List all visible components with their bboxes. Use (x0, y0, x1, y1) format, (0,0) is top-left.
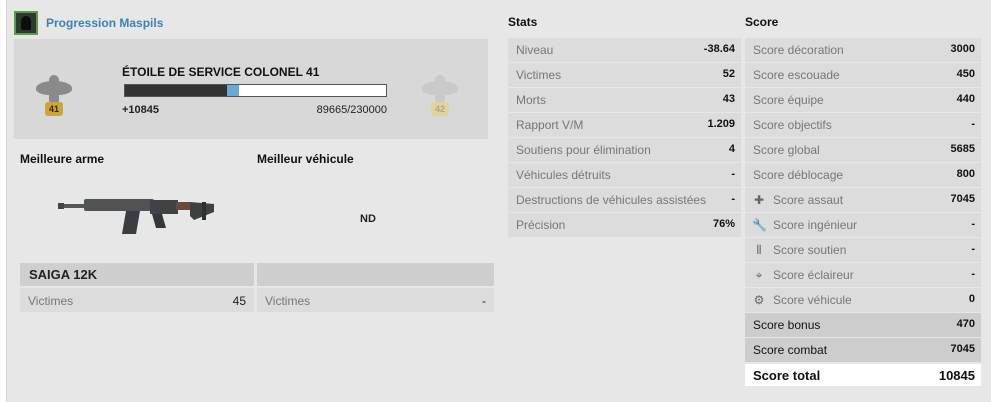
score-label: Score total (753, 368, 821, 383)
score-title: Score (745, 15, 779, 29)
stat-value: 4 (728, 143, 735, 155)
stat-row-level: Niveau -38.64 (508, 38, 741, 62)
stat-label: Niveau (516, 43, 554, 57)
next-rank-insignia-icon: 42 (420, 75, 460, 119)
score-label: Score global (753, 143, 820, 157)
stat-label: Rapport V/M (516, 118, 584, 132)
vehicle-kills-label: Victimes (265, 294, 311, 308)
score-value: 800 (956, 168, 975, 180)
rank-box: 41 ÉTOILE DE SERVICE COLONEL 41 +10845 8… (14, 39, 488, 139)
stat-label: Véhicules détruits (516, 168, 611, 182)
score-row-squad: Score escouade 450 (745, 63, 981, 87)
stat-value: - (731, 168, 735, 180)
best-vehicle-title: Meilleur véhicule (257, 152, 354, 166)
score-value: 0 (968, 293, 975, 305)
ammo-icon: ⦀ (756, 243, 762, 257)
score-value: - (971, 268, 975, 280)
score-value: 440 (956, 93, 975, 105)
score-row-assault: ✚ Score assaut 7045 (745, 188, 981, 212)
score-row-total: Score total 10845 (745, 364, 981, 386)
page-title[interactable]: Progression Maspils (46, 16, 163, 30)
rank-name: ÉTOILE DE SERVICE COLONEL 41 (122, 65, 320, 79)
score-label: Score combat (753, 343, 828, 357)
score-value: 10845 (938, 368, 975, 383)
stat-row-kd-ratio: Rapport V/M 1.209 (508, 113, 741, 137)
score-value: 7045 (950, 343, 975, 355)
stat-label: Destructions de véhicules assistées (516, 193, 707, 207)
score-value: - (971, 118, 975, 130)
stat-row-vehicles-destroyed: Véhicules détruits - (508, 163, 741, 187)
score-label: Score éclaireur (773, 268, 854, 282)
stat-value: 76% (712, 218, 735, 230)
score-row-engineer: 🔧 Score ingénieur - (745, 213, 981, 237)
score-label: Score assaut (773, 193, 844, 207)
score-row-vehicle: ⚙ Score véhicule 0 (745, 288, 981, 312)
vehicle-kills-value: - (482, 294, 486, 308)
stat-value: 43 (722, 93, 735, 105)
score-label: Score escouade (753, 68, 840, 82)
score-value: - (971, 218, 975, 230)
score-value: 470 (956, 318, 975, 330)
vehicle-placeholder: ND (360, 213, 376, 225)
rank-progress-bar (124, 84, 387, 97)
score-row-team: Score équipe 440 (745, 88, 981, 112)
weapon-kills-value: 45 (232, 294, 246, 308)
score-value: 450 (956, 68, 975, 80)
score-row-bonus: Score bonus 470 (745, 313, 981, 337)
xp-progress: 89665/230000 (316, 104, 387, 116)
stats-title: Stats (508, 15, 538, 29)
progression-header: Progression Maspils (14, 10, 163, 36)
score-row-support: ⦀ Score soutien - (745, 238, 981, 262)
best-weapon-name[interactable]: SAIGA 12K (20, 263, 254, 286)
weapon-kills-label: Victimes (28, 294, 74, 308)
score-value: 5685 (950, 143, 975, 155)
score-row-decoration: Score décoration 3000 (745, 38, 981, 62)
score-row-objectives: Score objectifs - (745, 113, 981, 137)
best-vehicle-kills: Victimes - (257, 288, 494, 312)
stat-label: Victimes (516, 68, 562, 82)
score-value: - (971, 243, 975, 255)
score-label: Score décoration (753, 43, 844, 57)
stat-row-kills: Victimes 52 (508, 63, 741, 87)
best-weapon-title: Meilleure arme (20, 152, 105, 166)
score-value: 3000 (950, 43, 975, 55)
stat-label: Précision (516, 218, 566, 232)
stat-value: -38.64 (703, 43, 735, 55)
stat-row-deaths: Morts 43 (508, 88, 741, 112)
stat-row-accuracy: Précision 76% (508, 213, 741, 237)
score-label: Score soutien (773, 243, 847, 257)
stat-row-kill-assists: Soutiens pour élimination 4 (508, 138, 741, 162)
stat-value: 1.209 (707, 118, 735, 130)
best-vehicle-name[interactable] (257, 263, 494, 286)
next-rank-number: 42 (431, 102, 449, 116)
score-label: Score véhicule (773, 293, 852, 307)
stat-value: - (731, 193, 735, 205)
score-row-unlock: Score déblocage 800 (745, 163, 981, 187)
score-label: Score équipe (753, 93, 824, 107)
stat-value: 52 (722, 68, 735, 80)
xp-gain: +10845 (122, 104, 160, 116)
shotgun-icon (58, 199, 214, 234)
best-weapon-kills: Victimes 45 (20, 288, 254, 312)
score-label: Score objectifs (753, 118, 832, 132)
wrench-icon: 🔧 (752, 218, 767, 232)
stat-label: Morts (516, 93, 546, 107)
score-value: 7045 (950, 193, 975, 205)
rank-progress-fill (125, 85, 227, 96)
current-rank-number: 41 (45, 102, 63, 116)
score-label: Score bonus (753, 318, 821, 332)
plus-icon: ✚ (753, 193, 765, 207)
avatar[interactable] (14, 11, 38, 35)
stat-row-vehicle-assists: Destructions de véhicules assistées - (508, 188, 741, 212)
crosshair-icon: ⌖ (755, 268, 763, 282)
score-label: Score ingénieur (773, 218, 858, 232)
current-rank-insignia-icon: 41 (34, 75, 74, 119)
score-row-recon: ⌖ Score éclaireur - (745, 263, 981, 287)
stat-label: Soutiens pour élimination (516, 143, 651, 157)
rank-progress-gain (226, 85, 240, 96)
score-row-global: Score global 5685 (745, 138, 981, 162)
gear-icon: ⚙ (753, 293, 765, 307)
score-label: Score déblocage (753, 168, 844, 182)
score-row-combat: Score combat 7045 (745, 338, 981, 362)
